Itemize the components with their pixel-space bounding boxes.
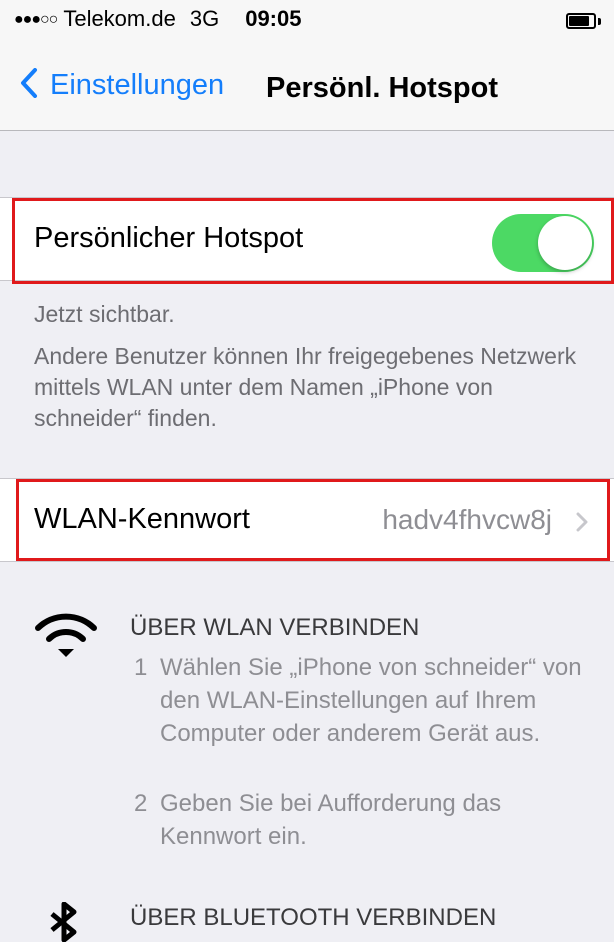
wlan-password-row[interactable]: WLAN-Kennwort hadv4fhvcw8j	[0, 478, 614, 562]
bluetooth-section-heading: ÜBER BLUETOOTH VERBINDEN	[130, 904, 497, 931]
step-number: 2	[134, 790, 148, 817]
visibility-status: Jetzt sichtbar.	[34, 301, 175, 327]
status-left: ●●●○○ Telekom.de 3G 09:05	[14, 6, 301, 32]
hotspot-toggle-row: Persönlicher Hotspot	[0, 197, 614, 281]
status-time: 09:05	[245, 6, 302, 31]
bluetooth-icon	[50, 902, 77, 942]
page-title: Persönl. Hotspot	[266, 72, 499, 104]
network-type: 3G	[189, 6, 220, 31]
wifi-step-2: 2 Geben Sie bei Aufforderung das Kennwor…	[134, 787, 604, 853]
status-bar: ●●●○○ Telekom.de 3G 09:05	[0, 0, 614, 40]
hotspot-description: Andere Benutzer können Ihr freigegebenes…	[34, 343, 577, 431]
hotspot-toggle[interactable]	[492, 214, 594, 272]
back-button[interactable]: Einstellungen	[20, 68, 224, 108]
navigation-bar: Einstellungen Persönl. Hotspot	[0, 40, 614, 131]
back-button-label: Einstellungen	[50, 69, 225, 101]
wifi-step-1: 1 Wählen Sie „iPhone von schneider“ von …	[134, 651, 604, 750]
step-text: Wählen Sie „iPhone von schneider“ von de…	[160, 654, 582, 747]
signal-strength-icon: ●●●○○	[14, 11, 58, 28]
battery-tip	[598, 18, 601, 25]
battery-level	[569, 16, 589, 26]
wlan-password-value: hadv4fhvcw8j	[382, 504, 552, 535]
battery-icon	[566, 13, 596, 29]
chevron-right-icon	[576, 512, 588, 532]
toggle-knob	[538, 216, 592, 270]
step-number: 1	[134, 654, 148, 681]
chevron-left-icon	[21, 68, 37, 98]
wlan-password-label: WLAN-Kennwort	[34, 503, 250, 535]
wifi-icon	[35, 613, 97, 657]
step-text: Geben Sie bei Aufforderung das Kennwort …	[160, 790, 502, 850]
carrier-name: Telekom.de	[63, 6, 176, 31]
hotspot-label: Persönlicher Hotspot	[34, 222, 304, 254]
wifi-section-heading: ÜBER WLAN VERBINDEN	[130, 614, 420, 641]
